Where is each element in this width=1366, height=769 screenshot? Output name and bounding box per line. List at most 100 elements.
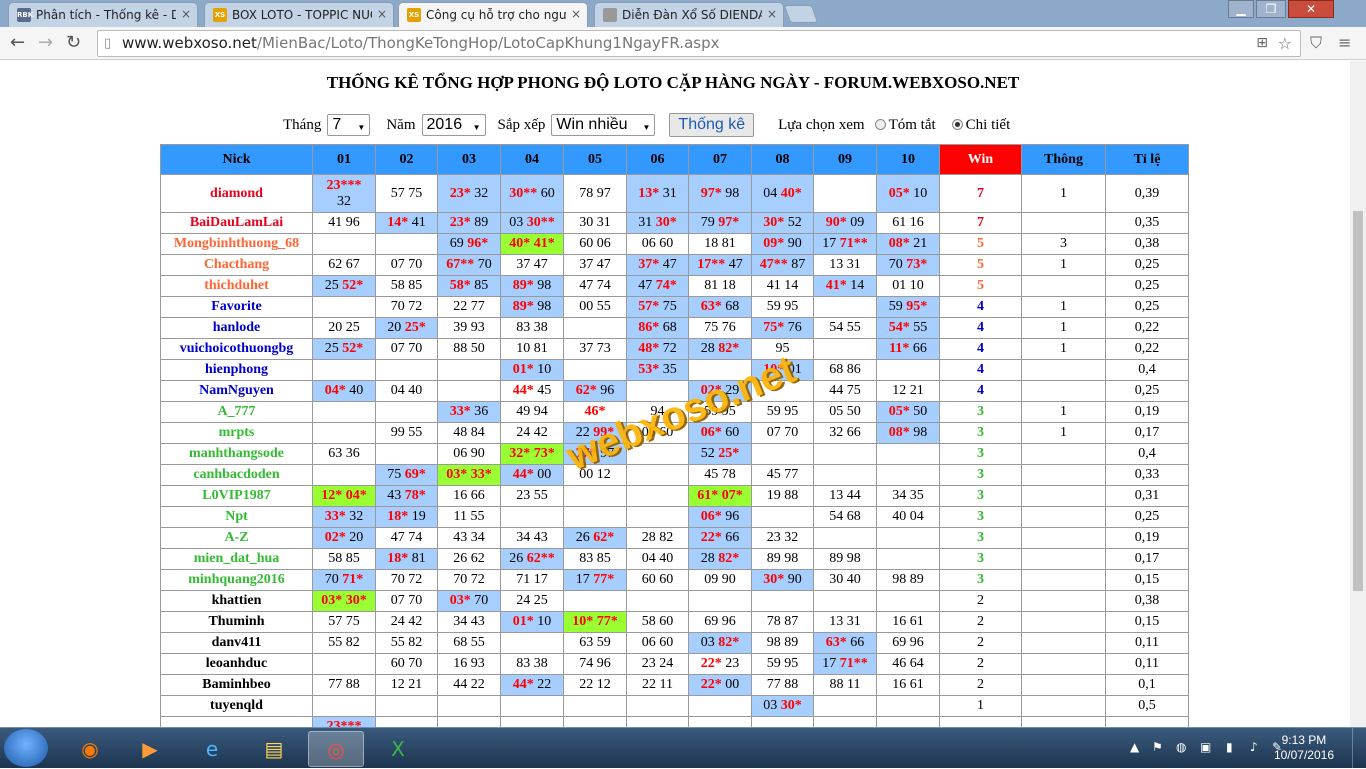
nick-cell[interactable]: hienphong xyxy=(160,359,313,381)
tray-arrow-icon[interactable]: ▲ xyxy=(1130,740,1139,754)
scrollbar-thumb[interactable] xyxy=(1353,211,1363,591)
radio-summary[interactable]: Tóm tắt xyxy=(874,117,936,134)
nick-cell[interactable]: minhquang2016 xyxy=(160,569,313,591)
system-clock[interactable]: 9:13 PM 10/07/2016 xyxy=(1274,733,1334,763)
menu-icon[interactable]: ≡ xyxy=(1338,33,1351,52)
tab-close-icon[interactable]: × xyxy=(767,7,777,21)
forward-icon[interactable]: → xyxy=(38,32,53,53)
month-select[interactable]: 7 xyxy=(327,114,371,136)
nick-cell[interactable]: Favorite xyxy=(160,296,313,318)
stats-button[interactable]: Thống kê xyxy=(669,113,755,137)
nick-cell[interactable]: mrpts xyxy=(160,422,313,444)
column-header[interactable]: Thông xyxy=(1021,144,1106,175)
file-explorer-icon[interactable]: ▤ xyxy=(246,731,302,767)
column-header[interactable]: 06 xyxy=(626,144,689,175)
day-cell: 70 71* xyxy=(312,569,376,591)
tray-app-icon[interactable]: ◍ xyxy=(1176,740,1186,754)
nick-cell[interactable]: Chacthang xyxy=(160,254,313,276)
column-header[interactable]: 09 xyxy=(813,144,877,175)
column-header[interactable]: Tỉ lệ xyxy=(1105,144,1189,175)
nick-cell[interactable]: tuyenqld xyxy=(160,695,313,717)
maximize-button[interactable]: ❐ xyxy=(1256,0,1286,18)
tab-close-icon[interactable]: × xyxy=(571,7,581,21)
ie-icon[interactable]: e xyxy=(184,731,240,767)
firefox-icon[interactable]: ◉ xyxy=(62,731,118,767)
page-scrollbar[interactable] xyxy=(1350,61,1366,727)
day-cell xyxy=(688,695,752,717)
chrome-icon[interactable]: ◎ xyxy=(308,731,364,767)
year-select[interactable]: 2016 xyxy=(421,114,486,136)
minimize-button[interactable]: ▁ xyxy=(1228,0,1254,18)
nick-cell[interactable]: diamond xyxy=(160,174,313,213)
radio-detail[interactable]: Chi tiết xyxy=(951,117,1010,134)
tab-close-icon[interactable]: × xyxy=(181,7,191,21)
pair-number: 31 xyxy=(638,215,656,230)
network-icon[interactable]: ▮ xyxy=(1226,740,1233,754)
excel-icon[interactable]: X xyxy=(370,731,426,767)
table-row: mrpts 99 55 48 84 24 42 22 99* 06 60 06* 60 07 … xyxy=(160,422,1189,444)
column-header[interactable]: Nick xyxy=(160,144,313,175)
sort-value: Win nhiều xyxy=(556,116,628,133)
nick-cell[interactable] xyxy=(160,716,313,727)
pair-number: 97 xyxy=(596,446,615,461)
translate-icon[interactable]: ⊞ xyxy=(1256,31,1268,56)
close-window-button[interactable]: ✕ xyxy=(1288,0,1334,18)
browser-tab[interactable]: XS BOX LOTO - TOPPIC NUÔ × xyxy=(204,2,394,27)
nick-cell[interactable]: hanlode xyxy=(160,317,313,339)
ratio-cell: 0,38 xyxy=(1105,590,1189,612)
pair-number: 30 40 xyxy=(829,572,861,587)
nick-cell[interactable]: Baminhbeo xyxy=(160,674,313,696)
nick-cell[interactable]: khattien xyxy=(160,590,313,612)
volume-icon[interactable]: ♪ xyxy=(1250,740,1258,754)
table-row: minhquang2016 70 71* 70 72 70 72 71 17 17 77*… xyxy=(160,569,1189,591)
new-tab-button[interactable] xyxy=(783,5,819,23)
browser-tab[interactable]: RBK Phân tích - Thống kê - Dự × xyxy=(8,2,198,27)
tray-device-icon[interactable]: ▣ xyxy=(1200,740,1211,754)
nick-cell[interactable]: thichduhet xyxy=(160,275,313,297)
browser-tab[interactable]: XS Công cụ hỗ trợ cho người × xyxy=(398,2,588,27)
back-icon[interactable]: ← xyxy=(10,32,25,53)
pair-number: 61 16 xyxy=(892,215,924,230)
sort-select[interactable]: Win nhiều xyxy=(551,114,656,136)
nick-cell[interactable]: BaiDauLamLai xyxy=(160,212,313,234)
nick-cell[interactable]: A_777 xyxy=(160,401,313,423)
address-bar[interactable]: ▯ www.webxoso.net/MienBac/Loto/ThongKeTo… xyxy=(97,30,1301,57)
show-desktop-button[interactable] xyxy=(1352,728,1366,769)
nick-cell[interactable]: danv411 xyxy=(160,632,313,654)
column-header[interactable]: 05 xyxy=(563,144,627,175)
pair-number: 47 xyxy=(638,278,656,293)
column-header[interactable]: 01 xyxy=(312,144,376,175)
media-player-icon[interactable]: ▶ xyxy=(122,731,178,767)
extension-shield-icon[interactable]: ⛉ xyxy=(1310,33,1322,53)
nick-cell[interactable]: manhthangsode xyxy=(160,443,313,465)
column-header[interactable]: 04 xyxy=(500,144,564,175)
tab-close-icon[interactable]: × xyxy=(377,7,387,21)
radio-detail-icon[interactable] xyxy=(951,118,963,130)
column-header[interactable]: 02 xyxy=(375,144,438,175)
nick-cell[interactable]: Thuminh xyxy=(160,611,313,633)
column-header[interactable]: 10 xyxy=(876,144,940,175)
nick-cell[interactable]: leoanhduc xyxy=(160,653,313,675)
nick-cell[interactable]: Npt xyxy=(160,506,313,528)
start-button[interactable] xyxy=(4,729,48,767)
nick-cell[interactable]: L0VIP1987 xyxy=(160,485,313,507)
nick-cell[interactable]: canhbacdoden xyxy=(160,464,313,486)
column-header[interactable]: Win xyxy=(939,144,1022,175)
reload-icon[interactable]: ↻ xyxy=(66,32,81,53)
pair-number: 26 xyxy=(575,530,594,545)
network-flag-icon[interactable]: ⚑ xyxy=(1152,740,1163,754)
nick-cell[interactable]: NamNguyen xyxy=(160,380,313,402)
radio-summary-icon[interactable] xyxy=(874,118,886,130)
browser-tab[interactable]: Diễn Đàn Xổ Số DIENDAN × xyxy=(594,2,784,27)
column-header[interactable]: 08 xyxy=(751,144,814,175)
column-header[interactable]: 03 xyxy=(437,144,501,175)
nick-cell[interactable]: A-Z xyxy=(160,527,313,549)
hit-number: 44* xyxy=(512,467,534,482)
hit-number: 71** xyxy=(839,236,868,251)
win-cell: 4 xyxy=(939,317,1022,339)
nick-cell[interactable]: mien_dat_hua xyxy=(160,548,313,570)
nick-cell[interactable]: vuichoicothuongbg xyxy=(160,338,313,360)
bookmark-star-icon[interactable]: ☆ xyxy=(1278,31,1292,56)
column-header[interactable]: 07 xyxy=(688,144,752,175)
nick-cell[interactable]: Mongbinhthuong_68 xyxy=(160,233,313,255)
